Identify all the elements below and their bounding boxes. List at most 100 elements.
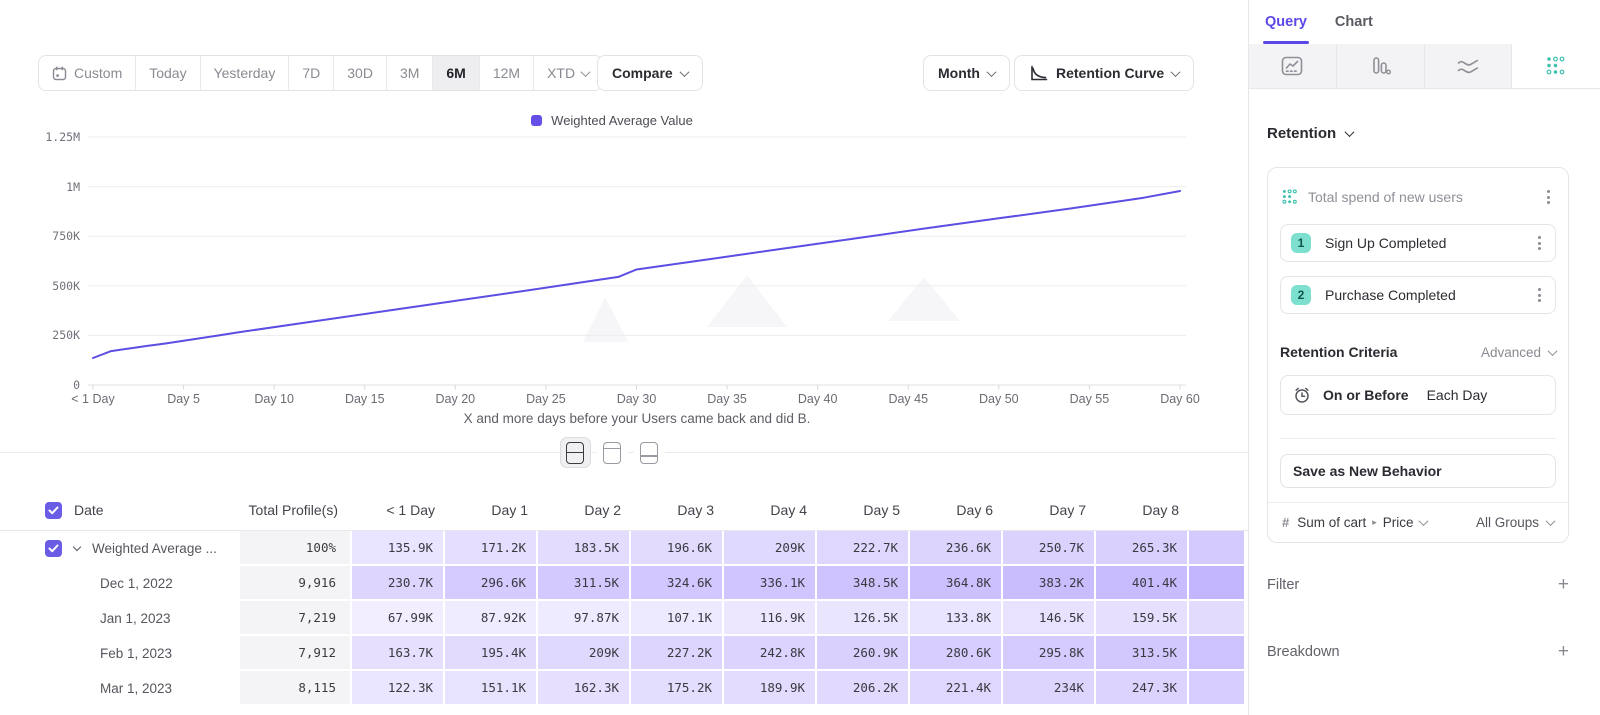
- retention-value-cell: 265.3K: [1096, 531, 1189, 566]
- row-label-cell[interactable]: Feb 1, 2023: [0, 636, 240, 671]
- alarm-clock-icon: [1293, 386, 1311, 404]
- x-tick-label: Day 35: [707, 392, 747, 406]
- layout-chart-focus-button[interactable]: [597, 437, 628, 468]
- retention-value-cell: 146.5K: [1003, 601, 1096, 636]
- retention-value-cell: 171.2K: [445, 531, 538, 566]
- chevron-down-icon: [581, 67, 591, 77]
- table-header-row: DateTotal Profile(s)< 1 DayDay 1Day 2Day…: [0, 490, 1248, 531]
- advanced-dropdown[interactable]: Advanced: [1481, 345, 1556, 360]
- chevron-down-icon: [987, 67, 997, 77]
- chart-legend: Weighted Average Value: [0, 113, 1224, 128]
- chevron-down-icon: [1345, 127, 1355, 137]
- retention-value-cell: 336.1K: [724, 566, 817, 601]
- day-column-header: Day 4: [724, 502, 817, 518]
- range-today-button[interactable]: Today: [136, 56, 200, 90]
- x-tick-label: Day 15: [345, 392, 385, 406]
- x-tick-label: Day 40: [798, 392, 838, 406]
- chevron-down-icon: [679, 67, 689, 77]
- range-3m-button[interactable]: 3M: [387, 56, 433, 90]
- partial-retention-cell: [1189, 531, 1246, 566]
- insights-tab[interactable]: [1249, 44, 1337, 88]
- range-custom-button[interactable]: Custom: [39, 56, 136, 90]
- retention-criteria-row[interactable]: On or Before Each Day: [1280, 375, 1556, 415]
- row-label-cell[interactable]: Weighted Average ...: [0, 531, 240, 566]
- cell-value: 348.5K: [853, 575, 898, 590]
- split-layout-icon: [566, 442, 584, 464]
- cell-value: 311.5K: [574, 575, 619, 590]
- tab-query[interactable]: Query: [1265, 0, 1307, 44]
- filter-section: Filter +: [1267, 575, 1569, 594]
- row-label-cell[interactable]: Jan 1, 2023: [0, 601, 240, 636]
- range-12m-button[interactable]: 12M: [480, 56, 534, 90]
- compare-button[interactable]: Compare: [597, 55, 703, 91]
- calendar-icon: [52, 66, 67, 81]
- table-row: Mar 1, 20238,115122.3K151.1K162.3K175.2K…: [0, 671, 1248, 706]
- tab-chart[interactable]: Chart: [1335, 0, 1373, 44]
- x-tick-label: Day 25: [526, 392, 566, 406]
- partial-retention-cell: [1189, 566, 1246, 601]
- property-arrow-icon: ▸: [1372, 517, 1377, 528]
- legend-swatch: [531, 115, 542, 126]
- retention-value-cell: 227.2K: [631, 636, 724, 671]
- range-xtd-button[interactable]: XTD: [534, 56, 602, 90]
- cell-value: 163.7K: [388, 645, 433, 660]
- retention-value-cell: 116.9K: [724, 601, 817, 636]
- query-builder-panel: Query Chart: [1248, 0, 1600, 715]
- retention-value-cell: 189.9K: [724, 671, 817, 706]
- y-tick-label: 1M: [0, 180, 80, 194]
- partial-retention-cell: [1189, 671, 1246, 706]
- retention-value-cell: 311.5K: [538, 566, 631, 601]
- measure-property-dropdown[interactable]: Sum of cart ▸ Price: [1297, 515, 1468, 530]
- day-column-header: Day 6: [910, 502, 1003, 518]
- day-column-header: Day 8: [1096, 502, 1189, 518]
- retention-value-cell: 383.2K: [1003, 566, 1096, 601]
- range-30d-button[interactable]: 30D: [334, 56, 387, 90]
- kebab-menu-icon[interactable]: [1534, 232, 1545, 254]
- cell-value: 97.87K: [574, 610, 619, 625]
- row-label: Feb 1, 2023: [100, 646, 172, 661]
- retention-value-cell: 151.1K: [445, 671, 538, 706]
- behavior-name[interactable]: Total spend of new users: [1308, 189, 1533, 205]
- range-7d-button[interactable]: 7D: [289, 56, 334, 90]
- add-filter-button[interactable]: +: [1558, 575, 1569, 594]
- add-breakdown-button[interactable]: +: [1558, 642, 1569, 661]
- y-tick-label: 750K: [0, 229, 80, 243]
- retention-section-header[interactable]: Retention: [1267, 125, 1582, 142]
- behavior-step-1[interactable]: 1Sign Up Completed: [1280, 224, 1556, 262]
- layout-table-focus-button[interactable]: [634, 437, 665, 468]
- date-column-header: Date: [0, 502, 240, 519]
- layout-split-button[interactable]: [560, 437, 591, 468]
- save-as-new-behavior-button[interactable]: Save as New Behavior: [1280, 454, 1556, 488]
- range-6m-button[interactable]: 6M: [433, 56, 479, 90]
- cell-value: 383.2K: [1039, 575, 1084, 590]
- cell-value: 116.9K: [760, 610, 805, 625]
- flows-tab[interactable]: [1425, 44, 1513, 88]
- chevron-down-icon: [1171, 67, 1181, 77]
- row-checkbox[interactable]: [45, 540, 62, 557]
- all-groups-dropdown[interactable]: All Groups: [1476, 515, 1554, 530]
- table-row: Feb 1, 20237,912163.7K195.4K209K227.2K24…: [0, 636, 1248, 671]
- chevron-down-icon[interactable]: [73, 543, 81, 551]
- retention-value-cell: 230.7K: [352, 566, 445, 601]
- range-yesterday-button[interactable]: Yesterday: [201, 56, 290, 90]
- behavior-step-2[interactable]: 2Purchase Completed: [1280, 276, 1556, 314]
- kebab-menu-icon[interactable]: [1543, 186, 1554, 208]
- kebab-menu-icon[interactable]: [1534, 284, 1545, 306]
- step-event-name: Sign Up Completed: [1325, 235, 1520, 251]
- layout-toggle-group: [0, 437, 1224, 468]
- column-label: Day 5: [863, 502, 900, 518]
- cell-value: 9,916: [298, 575, 336, 590]
- cell-value: 401.4K: [1132, 575, 1177, 590]
- granularity-button[interactable]: Month: [923, 55, 1010, 91]
- retention-tab[interactable]: [1512, 44, 1600, 88]
- report-type-tabs: [1249, 44, 1600, 89]
- row-label-cell[interactable]: Mar 1, 2023: [0, 671, 240, 706]
- chart-type-button[interactable]: Retention Curve: [1014, 55, 1194, 91]
- row-label: Dec 1, 2022: [100, 576, 173, 591]
- select-all-checkbox[interactable]: [45, 502, 62, 519]
- x-tick-label: Day 55: [1070, 392, 1110, 406]
- row-label-cell[interactable]: Dec 1, 2022: [0, 566, 240, 601]
- funnels-tab[interactable]: [1337, 44, 1425, 88]
- cell-value: 236.6K: [946, 540, 991, 555]
- y-tick-label: 250K: [0, 328, 80, 342]
